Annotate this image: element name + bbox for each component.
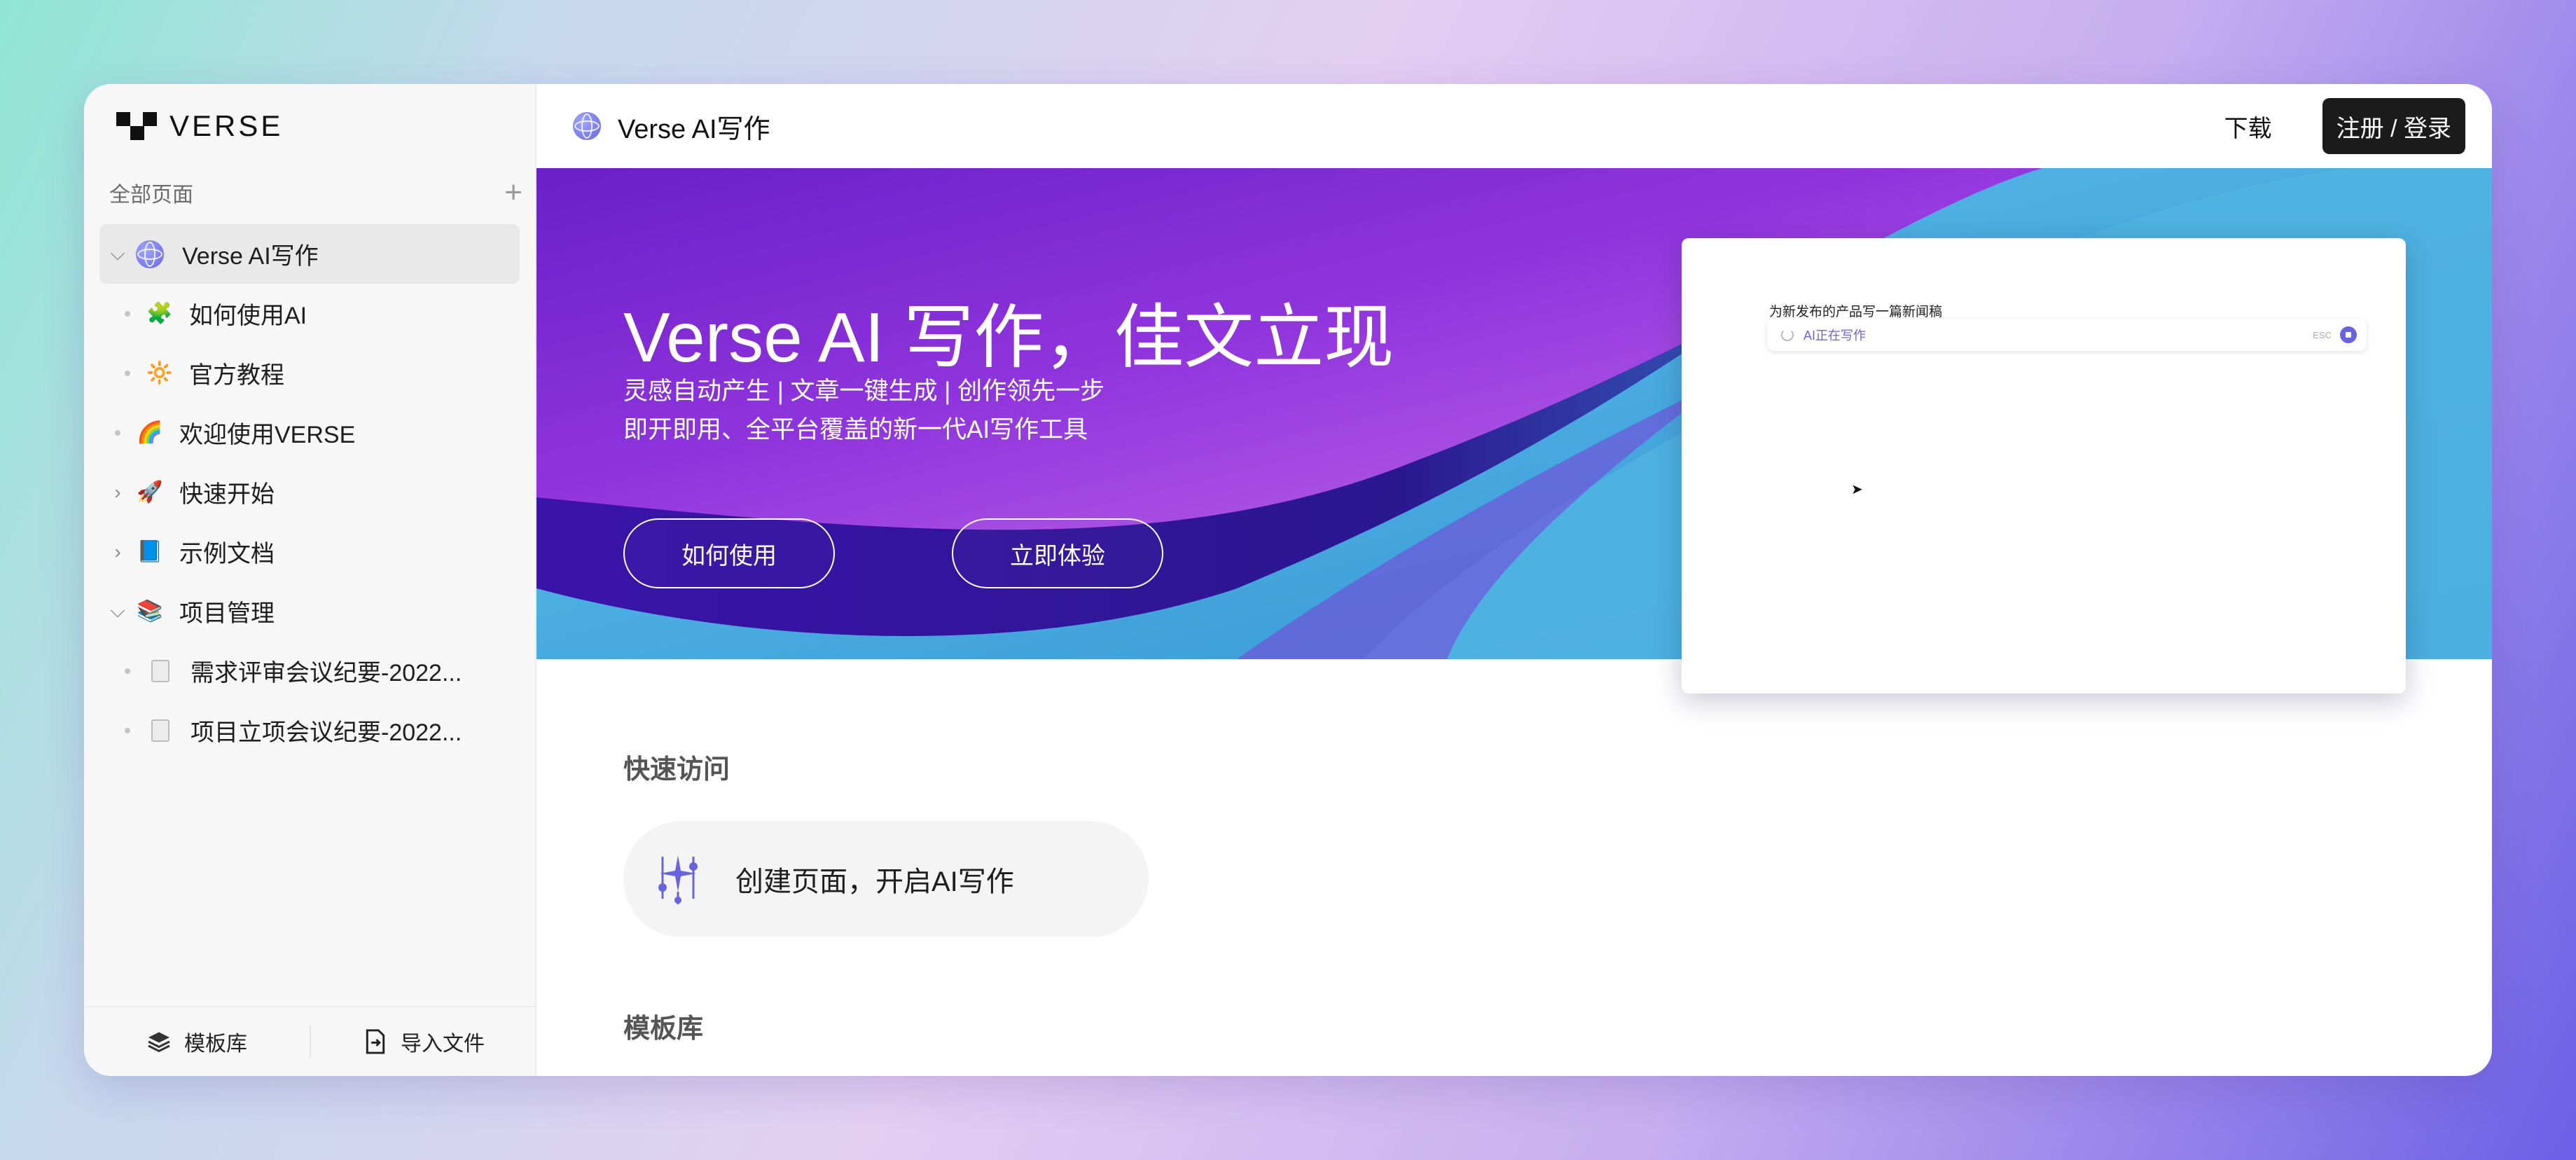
rainbow-icon: 🌈 <box>137 421 163 444</box>
template-library-label: 模板库 <box>184 1033 247 1056</box>
esc-hint: ESC <box>2313 329 2332 340</box>
document-icon <box>151 719 169 742</box>
app-window: VERSE 全部页面 + ⌵ Verse AI写作 🧩 如何使用AI 🔆 官方教… <box>84 84 2492 1076</box>
how-to-use-button[interactable]: 如何使用 <box>623 518 835 588</box>
hero-subtitle-description: 即开即用、全平台覆盖的新一代AI写作工具 <box>623 416 1088 443</box>
chevron-down-icon[interactable]: ⌵ <box>99 242 136 265</box>
ai-writing-status: AI正在写作 <box>1803 329 1867 343</box>
tree-item-kickoff-minutes[interactable]: 项目立项会议纪要-2022... <box>99 700 520 760</box>
globe-icon <box>573 112 601 140</box>
import-file-icon <box>366 1029 385 1054</box>
ai-writing-preview-card: 为新发布的产品写一篇新闻稿 AI正在写作 ESC ➤ <box>1682 238 2406 693</box>
preview-prompt-text: 为新发布的产品写一篇新闻稿 <box>1769 305 1943 319</box>
chevron-down-icon[interactable]: ⌵ <box>99 600 136 623</box>
document-icon <box>151 659 169 682</box>
puzzle-icon: 🧩 <box>146 302 173 325</box>
mouse-cursor-icon: ➤ <box>1851 482 1863 497</box>
sun-icon: 🔆 <box>146 361 173 385</box>
sidebar-footer: 模板库 导入文件 <box>84 1006 536 1076</box>
brand-logo[interactable]: VERSE <box>116 109 283 143</box>
bullet-dot-icon <box>109 310 146 317</box>
stop-generation-button[interactable] <box>2340 326 2357 343</box>
ai-status-bar: AI正在写作 ESC <box>1767 319 2367 351</box>
rocket-icon: 🚀 <box>137 481 163 504</box>
sidebar: VERSE 全部页面 + ⌵ Verse AI写作 🧩 如何使用AI 🔆 官方教… <box>84 84 536 1076</box>
page-title: Verse AI写作 <box>618 114 770 144</box>
books-icon: 📚 <box>137 600 163 623</box>
chevron-right-icon[interactable]: › <box>99 541 136 563</box>
tree-item-official-tutorial[interactable]: 🔆 官方教程 <box>99 343 520 403</box>
globe-icon <box>136 240 164 268</box>
bullet-dot-icon <box>99 429 136 436</box>
brand-name: VERSE <box>169 109 284 142</box>
tree-item-label: Verse AI写作 <box>182 243 319 270</box>
tree-item-label: 官方教程 <box>189 362 284 389</box>
tree-item-label: 项目立项会议纪要-2022... <box>191 719 462 746</box>
loading-spinner-icon <box>1781 329 1794 341</box>
bullet-dot-icon <box>109 668 146 674</box>
import-file-button[interactable]: 导入文件 <box>311 1026 536 1057</box>
tree-item-label: 快速开始 <box>179 481 275 508</box>
tree-item-label: 项目管理 <box>179 600 275 627</box>
tree-item-label: 示例文档 <box>179 541 275 567</box>
all-pages-label: 全部页面 <box>109 184 193 207</box>
hero-subtitle-features: 灵感自动产生 | 文章一键生成 | 创作领先一步 <box>623 378 1105 405</box>
tree-item-review-minutes[interactable]: 需求评审会议纪要-2022... <box>99 641 520 700</box>
tree-item-project-management[interactable]: ⌵ 📚 项目管理 <box>99 581 520 641</box>
chevron-right-icon[interactable]: › <box>99 481 136 504</box>
tree-item-label: 如何使用AI <box>189 303 307 329</box>
tree-item-label: 需求评审会议纪要-2022... <box>191 660 462 686</box>
top-bar: Verse AI写作 下载 注册 / 登录 <box>536 84 2492 168</box>
create-page-label: 创建页面，开启AI写作 <box>735 866 1014 897</box>
tree-item-label: 欢迎使用VERSE <box>179 422 356 448</box>
tree-item-how-to-use-ai[interactable]: 🧩 如何使用AI <box>99 284 520 343</box>
bullet-dot-icon <box>109 370 146 376</box>
try-now-button[interactable]: 立即体验 <box>952 518 1163 588</box>
pages-header: 全部页面 + <box>109 175 522 210</box>
login-register-button[interactable]: 注册 / 登录 <box>2322 98 2465 154</box>
tree-item-quick-start[interactable]: › 🚀 快速开始 <box>99 462 520 522</box>
tree-item-welcome[interactable]: 🌈 欢迎使用VERSE <box>99 403 520 462</box>
verse-logo-icon <box>116 112 157 140</box>
quick-access-title: 快速访问 <box>623 755 730 785</box>
create-page-card[interactable]: 创建页面，开启AI写作 <box>623 821 1149 937</box>
bullet-dot-icon <box>109 727 146 733</box>
hero-title: Verse AI 写作，佳文立现 <box>623 298 1394 377</box>
template-library-title: 模板库 <box>623 1014 704 1044</box>
add-page-button[interactable]: + <box>504 177 522 208</box>
download-link[interactable]: 下载 <box>2224 109 2272 144</box>
top-actions: 下载 注册 / 登录 <box>2224 98 2465 154</box>
layers-icon <box>148 1032 170 1053</box>
import-file-label: 导入文件 <box>401 1033 485 1056</box>
page-tree: ⌵ Verse AI写作 🧩 如何使用AI 🔆 官方教程 🌈 欢迎使用VERSE <box>99 224 520 760</box>
tree-item-example-docs[interactable]: › 📘 示例文档 <box>99 522 520 581</box>
tree-item-verse-ai-writing[interactable]: ⌵ Verse AI写作 <box>99 224 520 284</box>
template-library-button[interactable]: 模板库 <box>84 1026 310 1057</box>
book-icon: 📘 <box>137 540 163 563</box>
ai-sparkle-icon <box>658 855 698 904</box>
